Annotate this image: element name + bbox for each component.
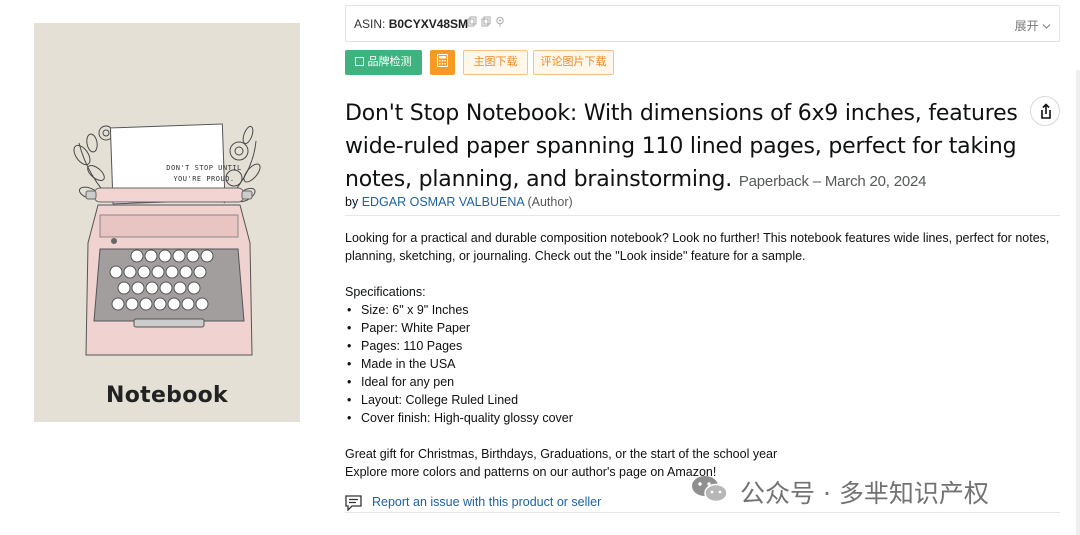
cover-title: Notebook <box>106 383 228 408</box>
list-item: Made in the USA <box>345 355 1060 373</box>
watermark: 公众号 · 多芈知识产权 <box>690 474 989 510</box>
list-item: Pages: 110 Pages <box>345 337 1060 355</box>
list-item: Cover finish: High-quality glossy cover <box>345 409 1060 427</box>
checkbox-icon <box>355 56 367 68</box>
asin-value[interactable]: B0CYXV48SM <box>389 17 468 31</box>
divider <box>345 512 1060 513</box>
spec-list: Size: 6" x 9" Inches Paper: White Paper … <box>345 301 1060 427</box>
expand-toggle[interactable]: 展开 <box>1015 17 1051 34</box>
calculator-button[interactable] <box>430 50 455 75</box>
description-intro: Looking for a practical and durable comp… <box>345 231 1050 263</box>
typewriter-illustration <box>73 123 261 356</box>
spec-heading: Specifications: <box>345 285 426 299</box>
watermark-text: 公众号 · 多芈知识产权 <box>740 479 989 508</box>
wechat-icon <box>690 473 730 511</box>
byline: by EDGAR OSMAR VALBUENA (Author) <box>345 195 573 209</box>
book-cover-image[interactable]: DON'T STOP UNTIL YOU'RE PROUD. Notebook <box>34 23 300 422</box>
copy-icon[interactable] <box>480 16 491 28</box>
calculator-icon <box>437 54 448 68</box>
list-item: Paper: White Paper <box>345 319 1060 337</box>
feedback-icon <box>345 495 362 512</box>
asin-actions <box>466 16 505 28</box>
list-item: Layout: College Ruled Lined <box>345 391 1060 409</box>
scrollbar-track[interactable] <box>1076 70 1080 535</box>
asin-bar: ASIN: B0CYXV48SM 展开 <box>345 5 1060 42</box>
cover-paper-text: DON'T STOP UNTIL YOU'RE PROUD. <box>166 164 242 183</box>
brand-check-button[interactable]: 品牌检测 <box>345 50 422 75</box>
main-image-download-button[interactable]: 主图下载 <box>463 50 528 75</box>
author-role: (Author) <box>527 195 573 209</box>
product-description: Looking for a practical and durable comp… <box>345 229 1060 481</box>
list-item: Ideal for any pen <box>345 373 1060 391</box>
product-format: Paperback – March 20, 2024 <box>738 173 927 190</box>
share-icon <box>1031 103 1061 131</box>
product-title: Don't Stop Notebook: With dimensions of … <box>345 97 1035 198</box>
gift-line: Great gift for Christmas, Birthdays, Gra… <box>345 447 778 461</box>
list-item: Size: 6" x 9" Inches <box>345 301 1060 319</box>
divider <box>345 215 1060 216</box>
author-link[interactable]: EDGAR OSMAR VALBUENA <box>362 195 524 209</box>
asin-label: ASIN: B0CYXV48SM <box>354 17 469 31</box>
chevron-down-icon <box>1042 19 1051 33</box>
share-button[interactable] <box>1030 96 1060 126</box>
review-image-download-button[interactable]: 评论图片下载 <box>533 50 614 75</box>
location-icon[interactable] <box>494 16 505 28</box>
copy-icon[interactable] <box>466 16 477 28</box>
